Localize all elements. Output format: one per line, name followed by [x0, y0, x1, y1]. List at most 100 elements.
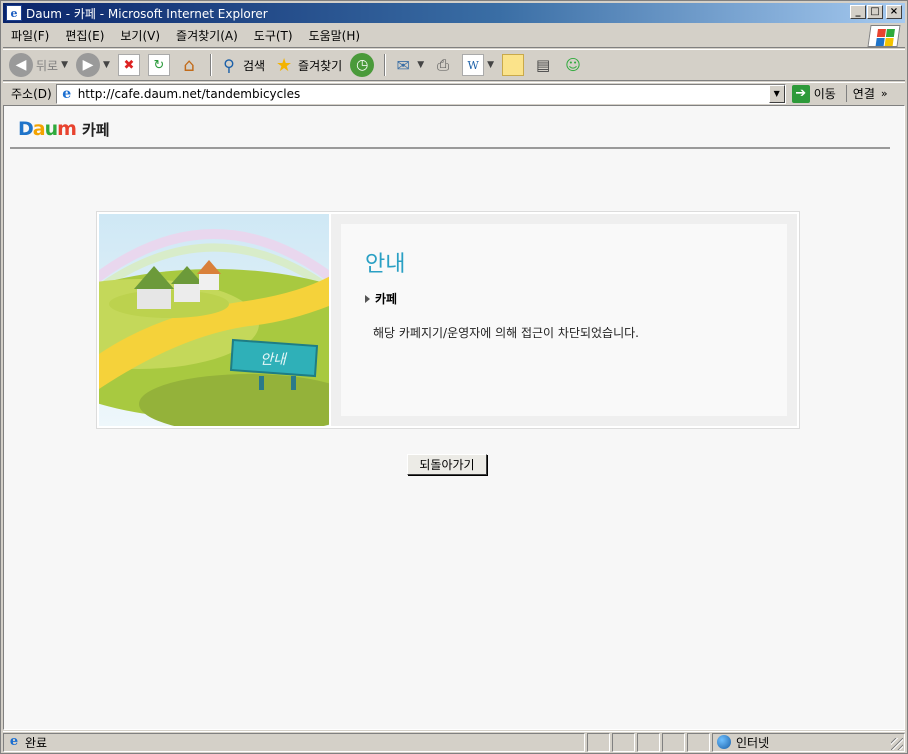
refresh-button[interactable]: ↻ — [147, 54, 170, 76]
back-dropdown-icon[interactable]: ▼ — [61, 60, 68, 70]
edit-dropdown-icon[interactable]: ▼ — [487, 60, 494, 70]
page-viewport: D a u m 카페 안내 안내 카페 해당 카페지기/운영자에 의해 접근이 … — [3, 105, 905, 730]
daum-logo[interactable]: D a u m — [18, 118, 77, 140]
status-cell — [687, 732, 710, 752]
logo-letter-u: u — [44, 118, 58, 140]
menu-favorites[interactable]: 즐겨찾기(A) — [168, 27, 246, 44]
menu-help[interactable]: 도움말(H) — [301, 27, 369, 44]
menu-bar: 파일(F) 편집(E) 보기(V) 즐겨찾기(A) 도구(T) 도움말(H) — [3, 24, 905, 48]
address-input[interactable]: e http://cafe.daum.net/tandembicycles ▼ — [55, 83, 786, 104]
zone-label: 인터넷 — [736, 735, 770, 750]
title-bar[interactable]: e Daum - 카페 - Microsoft Internet Explore… — [3, 3, 905, 23]
forward-arrow-icon: ▶ — [76, 53, 101, 77]
status-text-panel: e 완료 — [3, 732, 585, 752]
favorites-label: 즐겨찾기 — [298, 58, 343, 73]
links-more-icon[interactable]: » — [881, 87, 888, 100]
landscape-illustration: 안내 — [99, 214, 329, 426]
favorites-button[interactable]: ★ 즐겨찾기 — [273, 54, 342, 76]
sign-text: 안내 — [260, 352, 288, 368]
status-text: 완료 — [25, 735, 48, 750]
discuss-icon — [502, 54, 525, 76]
print-icon: ⎙ — [437, 56, 450, 74]
status-cell — [637, 732, 660, 752]
mail-dropdown-icon[interactable]: ▼ — [417, 60, 424, 70]
back-arrow-icon: ◀ — [9, 53, 33, 77]
windows-logo-icon — [867, 25, 901, 47]
discuss-button[interactable] — [502, 54, 525, 76]
address-dropdown-icon[interactable]: ▼ — [768, 84, 785, 103]
section-title[interactable]: 카페 — [82, 119, 110, 140]
site-header: D a u m 카페 — [18, 116, 110, 142]
address-label: 주소(D) — [11, 87, 52, 101]
status-cell — [587, 732, 610, 752]
edit-word-icon: W — [462, 54, 485, 76]
ie-window: e Daum - 카페 - Microsoft Internet Explore… — [0, 0, 908, 754]
refresh-icon: ↻ — [147, 54, 170, 76]
home-button[interactable]: ⌂ — [178, 54, 200, 76]
security-zone[interactable]: 인터넷 — [712, 732, 905, 752]
search-button[interactable]: ⚲ 검색 — [218, 54, 265, 76]
status-bar: e 완료 인터넷 — [3, 731, 905, 752]
globe-icon — [717, 735, 731, 749]
research-button[interactable]: ▤ — [532, 54, 554, 76]
status-cell — [612, 732, 635, 752]
go-button[interactable]: ➔ 이동 — [791, 84, 836, 103]
print-button[interactable]: ⎙ — [432, 54, 454, 76]
research-icon: ▤ — [535, 56, 551, 74]
search-label: 검색 — [242, 58, 266, 73]
logo-letter-a: a — [32, 118, 46, 140]
notice-category: 카페 — [365, 290, 397, 307]
links-button[interactable]: 연결 » — [845, 85, 888, 102]
page-done-icon: e — [9, 734, 19, 749]
close-button[interactable]: × — [886, 5, 902, 19]
menu-file[interactable]: 파일(F) — [3, 27, 57, 44]
favorites-star-icon: ★ — [275, 54, 293, 76]
standard-toolbar: ◀ 뒤로 ▼ ▶ ▼ ✖ ↻ ⌂ ⚲ 검색 ★ 즐겨찾기 ◷ ✉ ▼ ⎙ W ▼… — [3, 49, 905, 81]
toolbar-separator — [209, 54, 212, 76]
go-label: 이동 — [813, 87, 836, 101]
notice-heading: 안내 — [365, 252, 406, 277]
edit-button[interactable]: W ▼ — [462, 54, 494, 76]
mail-button[interactable]: ✉ ▼ — [392, 54, 425, 76]
stop-icon: ✖ — [117, 54, 140, 76]
notice-category-label: 카페 — [375, 292, 398, 306]
status-cell — [662, 732, 685, 752]
notice-illustration: 안내 — [99, 214, 329, 426]
history-icon: ◷ — [350, 53, 375, 77]
messenger-button[interactable]: ☺ — [562, 54, 584, 76]
logo-letter-m: m — [57, 118, 77, 140]
back-button[interactable]: ◀ 뒤로 ▼ — [9, 53, 68, 77]
go-back-button[interactable]: 되돌아가기 — [407, 454, 487, 475]
resize-grip-icon[interactable] — [891, 737, 903, 750]
home-icon: ⌂ — [183, 54, 195, 76]
toolbar-separator — [384, 54, 387, 76]
notice-message: 해당 카페지기/운영자에 의해 접근이 차단되었습니다. — [373, 326, 639, 340]
notice-panel: 안내 카페 해당 카페지기/운영자에 의해 접근이 차단되었습니다. — [331, 214, 797, 426]
window-controls: _ □ × — [849, 5, 902, 19]
notice-content: 안내 카페 해당 카페지기/운영자에 의해 접근이 차단되었습니다. — [341, 224, 787, 416]
stop-button[interactable]: ✖ — [117, 54, 140, 76]
menu-edit[interactable]: 편집(E) — [57, 27, 112, 44]
messenger-icon: ☺ — [565, 56, 581, 74]
maximize-button[interactable]: □ — [867, 5, 883, 19]
logo-letter-d: D — [18, 118, 34, 140]
go-arrow-icon: ➔ — [791, 84, 810, 103]
mail-icon: ✉ — [396, 55, 410, 75]
forward-button[interactable]: ▶ ▼ — [76, 53, 110, 77]
minimize-button[interactable]: _ — [850, 5, 866, 19]
address-url[interactable]: http://cafe.daum.net/tandembicycles — [78, 87, 301, 101]
back-label: 뒤로 — [36, 58, 59, 73]
history-button[interactable]: ◷ — [350, 53, 375, 77]
bullet-triangle-icon — [365, 294, 370, 303]
address-bar: 주소(D) e http://cafe.daum.net/tandembicyc… — [3, 82, 905, 104]
menu-tools[interactable]: 도구(T) — [246, 27, 301, 44]
notice-box: 안내 안내 카페 해당 카페지기/운영자에 의해 접근이 차단되었습니다. — [96, 211, 800, 429]
links-label: 연결 — [852, 87, 875, 101]
ie-page-icon: e — [62, 85, 72, 102]
ie-app-icon[interactable]: e — [6, 5, 22, 21]
search-icon: ⚲ — [223, 55, 235, 75]
header-divider — [10, 147, 890, 149]
window-title: Daum - 카페 - Microsoft Internet Explorer — [26, 6, 268, 21]
forward-dropdown-icon[interactable]: ▼ — [103, 60, 110, 70]
menu-view[interactable]: 보기(V) — [112, 27, 168, 44]
